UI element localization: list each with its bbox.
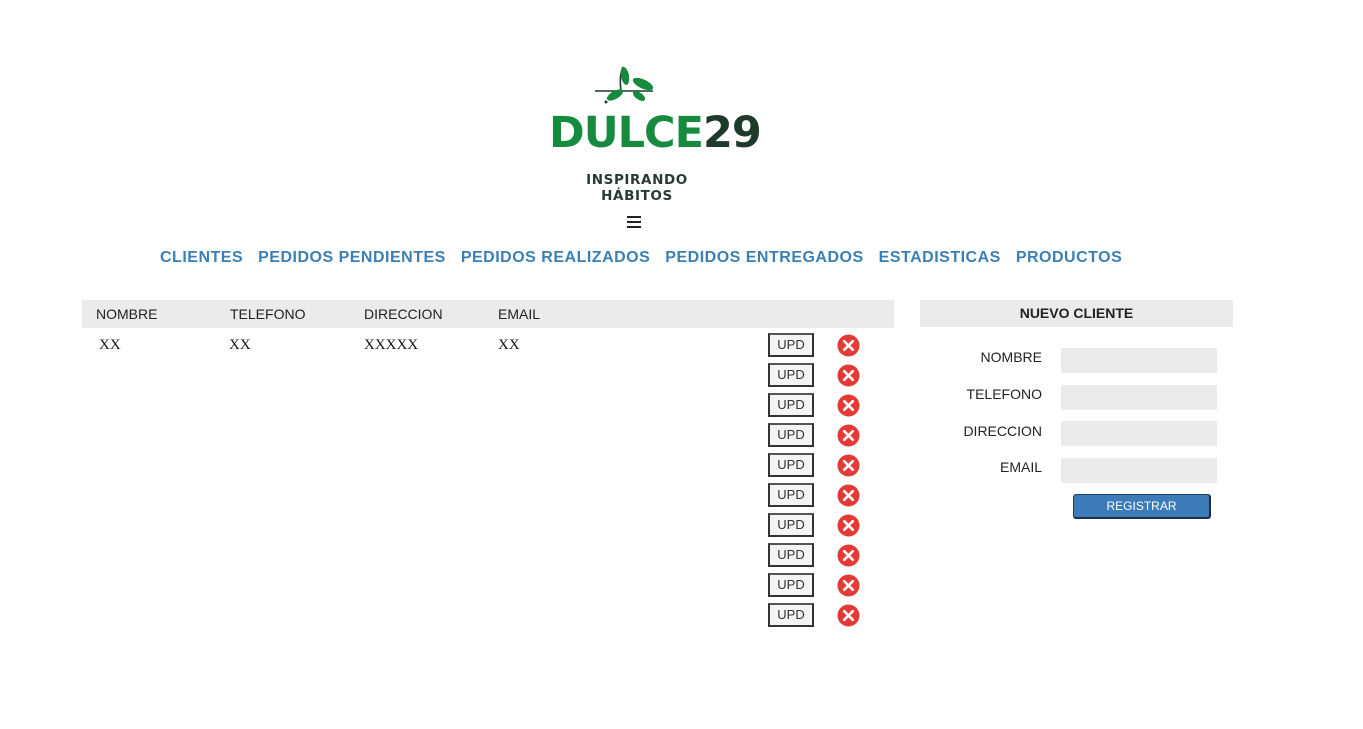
page: DULCE29 INSPIRANDO HÁBITOS CLIENTES PEDI… — [0, 0, 1363, 729]
label-email: EMAIL — [999, 459, 1042, 475]
clients-table-header: NOMBRE TELEFONO DIRECCION EMAIL — [82, 300, 894, 328]
direccion-input[interactable] — [1061, 421, 1217, 446]
delete-icon[interactable] — [837, 454, 860, 477]
delete-icon[interactable] — [837, 364, 860, 387]
main-nav: CLIENTES PEDIDOS PENDIENTES PEDIDOS REAL… — [160, 249, 1122, 267]
delete-icon[interactable] — [837, 484, 860, 507]
brand-name-part1: DULCE — [549, 108, 704, 158]
column-header-direccion: DIRECCION — [364, 306, 443, 322]
update-button[interactable]: UPD — [768, 483, 814, 507]
label-nombre: NOMBRE — [980, 349, 1042, 365]
update-button[interactable]: UPD — [768, 603, 814, 627]
update-button[interactable]: UPD — [768, 543, 814, 567]
column-header-telefono: TELEFONO — [230, 306, 306, 322]
update-button[interactable]: UPD — [768, 393, 814, 417]
form-title: NUEVO CLIENTE — [920, 300, 1233, 327]
register-button[interactable]: REGISTRAR — [1073, 494, 1211, 519]
brand-name-part2: 29 — [702, 108, 762, 158]
leaf-icon — [595, 66, 654, 104]
cell-email: XX — [498, 337, 520, 353]
nav-item-pedidos-pendientes[interactable]: PEDIDOS PENDIENTES — [258, 249, 446, 267]
brand-logo: DULCE29 INSPIRANDO HÁBITOS — [549, 64, 762, 204]
column-header-email: EMAIL — [498, 306, 541, 322]
update-button[interactable]: UPD — [768, 333, 814, 357]
brand-tagline: INSPIRANDO HÁBITOS — [586, 172, 688, 204]
delete-icon[interactable] — [837, 604, 860, 627]
update-button[interactable]: UPD — [768, 453, 814, 477]
cell-nombre: XX — [99, 337, 121, 353]
label-direccion: DIRECCION — [963, 423, 1042, 439]
delete-icon[interactable] — [837, 544, 860, 567]
delete-icon[interactable] — [837, 514, 860, 537]
nav-item-productos[interactable]: PRODUCTOS — [1016, 249, 1122, 267]
column-header-nombre: NOMBRE — [96, 306, 158, 322]
update-button[interactable]: UPD — [768, 363, 814, 387]
update-button[interactable]: UPD — [768, 423, 814, 447]
cell-telefono: XX — [229, 337, 251, 353]
nav-item-pedidos-entregados[interactable]: PEDIDOS ENTREGADOS — [665, 249, 863, 267]
nav-item-pedidos-realizados[interactable]: PEDIDOS REALIZADOS — [461, 249, 650, 267]
nav-item-clientes[interactable]: CLIENTES — [160, 249, 243, 267]
label-telefono: TELEFONO — [966, 386, 1042, 402]
nombre-input[interactable] — [1061, 348, 1217, 373]
delete-icon[interactable] — [837, 334, 860, 357]
nav-item-estadisticas[interactable]: ESTADISTICAS — [879, 249, 1001, 267]
cell-direccion: XXXXX — [364, 337, 419, 353]
delete-icon[interactable] — [837, 574, 860, 597]
delete-icon[interactable] — [837, 424, 860, 447]
email-input[interactable] — [1061, 458, 1217, 483]
delete-icon[interactable] — [837, 394, 860, 417]
telefono-input[interactable] — [1061, 385, 1217, 410]
update-button[interactable]: UPD — [768, 513, 814, 537]
brand-name: DULCE29 — [549, 112, 762, 155]
update-button[interactable]: UPD — [768, 573, 814, 597]
hamburger-icon[interactable] — [627, 216, 641, 230]
